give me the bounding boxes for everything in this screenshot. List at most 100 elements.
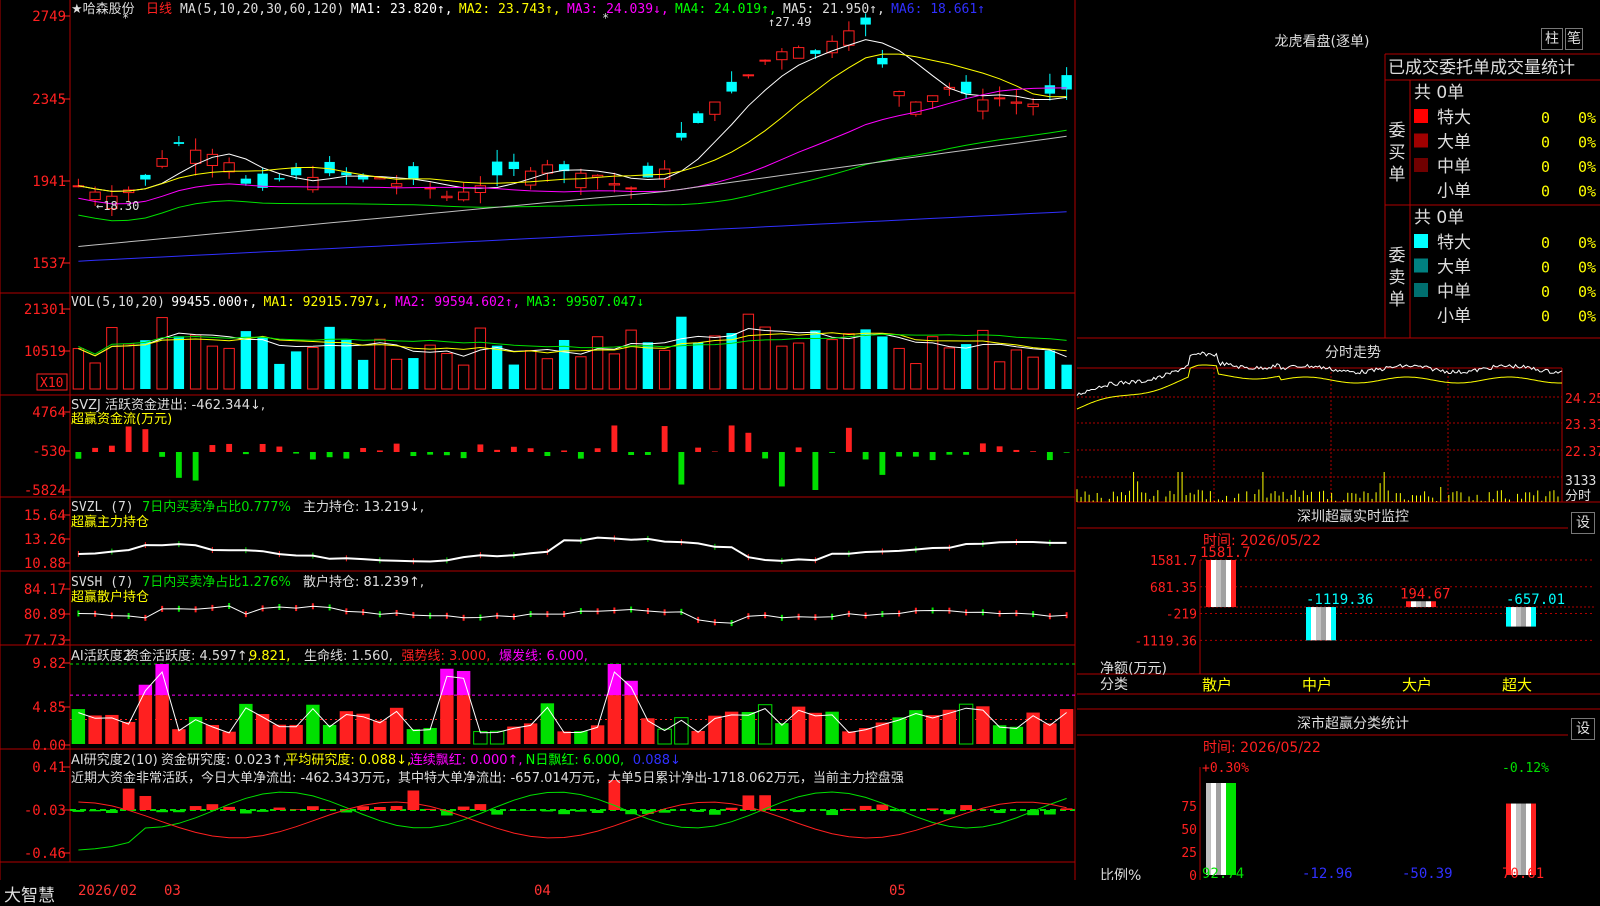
svzj-bar [678, 452, 684, 485]
ai-active-bar [591, 725, 604, 744]
bar-view-button[interactable]: 柱 [1541, 28, 1563, 50]
candle-body [324, 162, 334, 173]
volume-bar [458, 365, 468, 389]
ai-active-bar [574, 731, 587, 744]
vol-legend-item: VOL(5,10,20) [71, 295, 165, 310]
ai-active-axis-label: 4.85 [32, 700, 66, 716]
volume-bar [559, 340, 569, 389]
ai-research-bar [106, 810, 118, 813]
svzj-bar [126, 426, 132, 452]
ai-active-bar [809, 713, 822, 744]
sz-monitor-xlabel: 分类 [1100, 677, 1128, 693]
buy-row-pct: 0% [1578, 109, 1596, 127]
category-bar [1231, 783, 1236, 875]
vol-axis-label: 21301 [24, 302, 66, 318]
ai-research-bar [592, 810, 604, 813]
ai-research-bar [776, 809, 788, 810]
svzj-bar [863, 452, 869, 459]
brand-logo: 大智慧 [4, 881, 55, 906]
sz-class-axis-label: 0 [1189, 869, 1197, 880]
ai-active-bar [390, 708, 403, 744]
sz-class-settings-button[interactable]: 设 [1571, 718, 1595, 740]
volume-bar [341, 340, 351, 389]
candle-body [810, 50, 820, 54]
volume-bar [609, 354, 619, 389]
ai-active-bar [155, 664, 168, 695]
candle-body [743, 75, 753, 76]
sz-monitor-settings-button[interactable]: 设 [1571, 512, 1595, 534]
sell-swatch [1414, 234, 1428, 248]
ai-active-bar [1043, 723, 1056, 744]
category-bar [1516, 804, 1521, 875]
buy-swatch [1414, 158, 1428, 172]
ai-research-bar [944, 810, 956, 814]
volume-bar [576, 357, 586, 389]
svzj-bar [360, 448, 366, 452]
ai-active-bar [725, 712, 738, 744]
volume-bar [324, 327, 334, 389]
ai-active-bar [289, 725, 302, 744]
ai-research-bar [575, 810, 587, 812]
volume-bar [793, 343, 803, 389]
ai-research-legend: AI研究度2(10) [71, 752, 158, 768]
sz-class-top-label: -0.12% [1502, 761, 1549, 776]
ai-research-bar [558, 810, 570, 814]
ai-research-bar [307, 806, 319, 810]
buy-total: 共 0单 [1414, 83, 1464, 103]
candle-body [492, 162, 502, 176]
category-bar [1216, 783, 1221, 875]
ai-active-bar [993, 725, 1006, 744]
intraday-unit-label: 分时 [1565, 489, 1591, 504]
svzj-bar [796, 447, 802, 452]
ai-research-bar [826, 810, 838, 815]
ma-legend-item: MA5: 21.950↑, [783, 2, 885, 17]
svzj-bar [846, 428, 852, 452]
candle-body [676, 133, 686, 138]
volume-bar [676, 317, 686, 389]
ai-research-bar [190, 806, 202, 810]
category-bar [1331, 607, 1336, 640]
ai-research-bar [424, 809, 436, 810]
ai-research-legend: N日飘红: 6.000, [526, 752, 625, 768]
svzj-bar [494, 450, 500, 452]
volume-bar [961, 344, 971, 389]
svzl-axis-label: 13.26 [24, 532, 66, 548]
ai-research-comment: 近期大资金非常活跃，今日大单净流出: -462.343万元，其中特大单净流出: … [71, 770, 904, 786]
candle-body [542, 165, 552, 173]
ai-active-bar [608, 664, 621, 695]
svsh-line [78, 606, 1066, 623]
sz-class-title: 深市超赢分类统计 [1297, 715, 1409, 732]
volume-bar [894, 348, 904, 389]
candle-body [475, 186, 485, 193]
svzj-bar [109, 446, 115, 452]
ai-research-legend: 连续飘红: 0.000↑, [410, 752, 523, 768]
ai-research-legend: 资金研究度: 0.023↑, [161, 752, 287, 768]
sell-swatch [1414, 283, 1428, 297]
candle-body [224, 163, 234, 172]
category-bar [1306, 607, 1311, 640]
ai-research-bar [173, 810, 185, 812]
volume-bar [257, 337, 267, 389]
svzj-bar [628, 452, 634, 455]
ai-research-bar [290, 809, 302, 810]
volume-bar [659, 350, 669, 389]
sz-monitor-category: 大户 [1402, 676, 1432, 694]
ai-active-bar [691, 731, 704, 744]
sz-monitor-axis-label: -219 [1166, 608, 1197, 623]
intraday-title: 分时走势 [1325, 345, 1381, 361]
sell-swatch [1414, 259, 1428, 273]
ai-research-bar [391, 806, 403, 810]
volume-bar [743, 314, 753, 389]
category-bar [1216, 560, 1221, 607]
ai-active-bar [139, 695, 152, 744]
candle-body [626, 188, 636, 189]
chart-stage[interactable]: 2749234519411537←18.30↑27.49**★哈森股份日线MA(… [0, 0, 1600, 880]
category-bar [1516, 607, 1521, 627]
candle-body [726, 82, 736, 92]
tick-view-button[interactable]: 笔 [1565, 28, 1583, 50]
ai-active-bar [1060, 709, 1073, 744]
high-price-marker: ↑27.49 [768, 15, 811, 29]
volume-bar [408, 358, 418, 389]
candle-body [1028, 104, 1038, 106]
svzj-bar [1030, 451, 1036, 452]
